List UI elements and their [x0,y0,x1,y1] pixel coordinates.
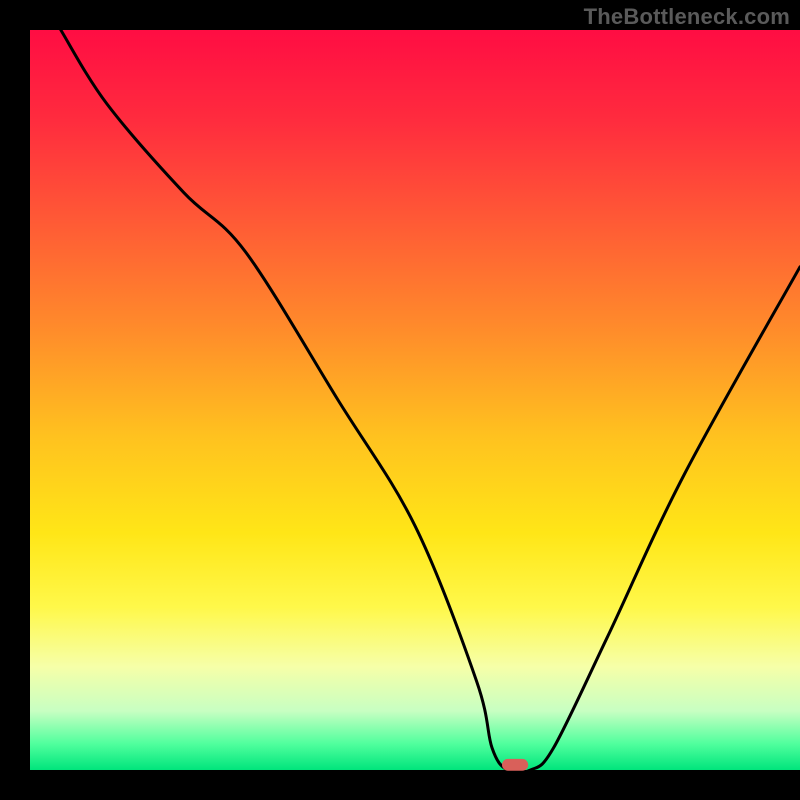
plot-background [30,30,800,770]
bottleneck-chart: TheBottleneck.com [0,0,800,800]
optimal-marker [502,759,528,771]
chart-svg [0,0,800,800]
watermark-text: TheBottleneck.com [584,4,790,30]
